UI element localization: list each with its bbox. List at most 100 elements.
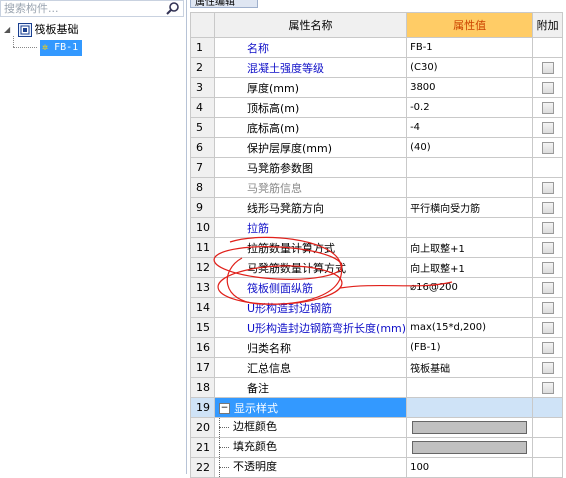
property-name-cell[interactable]: 拉筋 [213, 217, 408, 238]
property-editor-panel: 属性编辑 属性名称 属性值 附加 1 名称 FB-1 2 混凝土强度等级 (C30) 3 厚度… [190, 0, 566, 478]
property-row[interactable]: 4 顶标高(m) -0.2 [190, 97, 564, 118]
property-name-cell[interactable]: 线形马凳筋方向 [213, 197, 408, 218]
property-row[interactable]: 15 U形构造封边钢筋弯折长度(mm) max(15*d,200) [190, 317, 564, 338]
property-name-cell[interactable]: 归类名称 [213, 337, 408, 358]
extra-checkbox[interactable] [541, 122, 554, 134]
property-value-cell[interactable]: -4 [406, 117, 534, 138]
property-name-cell[interactable]: U形构造封边钢筋 [213, 297, 408, 318]
property-name-cell[interactable]: 保护层厚度(mm) [213, 137, 408, 158]
property-value-cell[interactable]: (40) [406, 137, 534, 158]
property-row[interactable]: 1 名称 FB-1 [190, 37, 564, 58]
property-row[interactable]: 16 归类名称 (FB-1) [190, 337, 564, 358]
property-value-cell[interactable] [406, 437, 534, 458]
selected-node[interactable]: ✲ FB-1 [40, 40, 83, 56]
property-row[interactable]: 20 边框颜色 [190, 417, 564, 438]
property-name-cell[interactable]: 不透明度 [213, 457, 408, 478]
property-name-cell[interactable]: 厚度(mm) [213, 77, 408, 98]
property-row[interactable]: 12 马凳筋数量计算方式 向上取整+1 [190, 257, 564, 278]
property-name-cell[interactable]: 填充颜色 [213, 437, 408, 458]
property-name-cell[interactable]: U形构造封边钢筋弯折长度(mm) [213, 317, 408, 338]
extra-checkbox[interactable] [541, 362, 554, 374]
property-value-header[interactable]: 属性值 [406, 12, 534, 38]
property-value-cell[interactable]: -0.2 [406, 97, 534, 118]
property-value-cell[interactable] [406, 417, 534, 438]
property-value-cell[interactable]: 筏板基础 [406, 357, 534, 378]
property-name-cell[interactable]: 马凳筋参数图 [213, 157, 408, 178]
property-row[interactable]: 11 拉筋数量计算方式 向上取整+1 [190, 237, 564, 258]
property-name-cell[interactable]: 马凳筋信息 [213, 177, 408, 198]
tree-node-fb-1[interactable]: ✲ FB-1 [40, 39, 83, 56]
property-value-cell[interactable] [406, 157, 534, 178]
property-name-cell[interactable]: 备注 [213, 377, 408, 398]
property-row[interactable]: 17 汇总信息 筏板基础 [190, 357, 564, 378]
search-icon[interactable] [165, 1, 181, 16]
property-value-cell[interactable]: 100 [406, 457, 534, 478]
property-row[interactable]: 2 混凝土强度等级 (C30) [190, 57, 564, 78]
extra-checkbox[interactable] [541, 142, 554, 154]
property-value-cell[interactable]: (C30) [406, 57, 534, 78]
extra-checkbox[interactable] [541, 262, 554, 274]
property-value-cell[interactable] [406, 397, 534, 418]
property-value-cell[interactable]: max(15*d,200) [406, 317, 534, 338]
extra-checkbox[interactable] [541, 82, 554, 94]
property-name-cell[interactable]: 边框颜色 [213, 417, 408, 438]
property-name-cell[interactable]: 筏板侧面纵筋 [213, 277, 408, 298]
extra-checkbox[interactable] [541, 222, 554, 234]
property-row[interactable]: 13 筏板侧面纵筋 ⌀16@200 [190, 277, 564, 298]
property-name-cell[interactable]: − 显示样式 [213, 397, 408, 418]
property-row[interactable]: 10 拉筋 [190, 217, 564, 238]
property-row[interactable]: 14 U形构造封边钢筋 [190, 297, 564, 318]
row-number: 10 [190, 217, 215, 238]
property-row[interactable]: 22 不透明度 100 [190, 457, 564, 478]
property-value-cell[interactable] [406, 297, 534, 318]
row-number: 4 [190, 97, 215, 118]
property-row[interactable]: 6 保护层厚度(mm) (40) [190, 137, 564, 158]
extra-checkbox[interactable] [541, 182, 554, 194]
property-value-cell[interactable]: 向上取整+1 [406, 237, 534, 258]
collapse-arrow-icon[interactable]: ◢ [4, 22, 14, 38]
property-name-cell[interactable]: 名称 [213, 37, 408, 58]
property-row[interactable]: 21 填充颜色 [190, 437, 564, 458]
extra-checkbox[interactable] [541, 202, 554, 214]
property-row[interactable]: 3 厚度(mm) 3800 [190, 77, 564, 98]
property-value-cell[interactable]: (FB-1) [406, 337, 534, 358]
property-value-cell[interactable]: 平行横向受力筋 [406, 197, 534, 218]
extra-checkbox[interactable] [541, 382, 554, 394]
search-input[interactable] [4, 1, 154, 16]
color-swatch[interactable] [412, 441, 528, 454]
color-swatch[interactable] [412, 421, 528, 434]
property-name-cell[interactable]: 汇总信息 [213, 357, 408, 378]
extra-checkbox[interactable] [541, 282, 554, 294]
property-value-cell[interactable] [406, 177, 534, 198]
property-row[interactable]: 7 马凳筋参数图 [190, 157, 564, 178]
property-value-cell[interactable]: 向上取整+1 [406, 257, 534, 278]
property-value-cell[interactable]: ⌀16@200 [406, 277, 534, 298]
extra-checkbox[interactable] [541, 242, 554, 254]
property-name-header[interactable]: 属性名称 [213, 12, 408, 38]
extra-checkbox[interactable] [541, 62, 554, 74]
collapse-minus-icon[interactable]: − [219, 403, 230, 414]
property-value-cell[interactable]: FB-1 [406, 37, 534, 58]
property-row[interactable]: 9 线形马凳筋方向 平行横向受力筋 [190, 197, 564, 218]
property-value-cell[interactable] [406, 377, 534, 398]
extra-checkbox[interactable] [541, 342, 554, 354]
property-row[interactable]: 18 备注 [190, 377, 564, 398]
extra-checkbox[interactable] [541, 322, 554, 334]
property-name-cell[interactable]: 混凝土强度等级 [213, 57, 408, 78]
property-name-cell[interactable]: 顶标高(m) [213, 97, 408, 118]
property-name-cell[interactable]: 底标高(m) [213, 117, 408, 138]
property-row[interactable]: 8 马凳筋信息 [190, 177, 564, 198]
property-name-cell[interactable]: 马凳筋数量计算方式 [213, 257, 408, 278]
extra-cell [532, 37, 564, 58]
property-row[interactable]: 5 底标高(m) -4 [190, 117, 564, 138]
extra-checkbox[interactable] [541, 102, 554, 114]
property-row[interactable]: 19− 显示样式 [190, 397, 564, 418]
row-number: 6 [190, 137, 215, 158]
tab-property-editor[interactable]: 属性编辑 [190, 0, 258, 8]
property-name-cell[interactable]: 拉筋数量计算方式 [213, 237, 408, 258]
extra-checkbox[interactable] [541, 302, 554, 314]
property-value-cell[interactable] [406, 217, 534, 238]
tree-node-raft-foundation[interactable]: ◢ 筏板基础 [4, 22, 79, 38]
extra-header[interactable]: 附加 [532, 12, 564, 38]
property-value-cell[interactable]: 3800 [406, 77, 534, 98]
